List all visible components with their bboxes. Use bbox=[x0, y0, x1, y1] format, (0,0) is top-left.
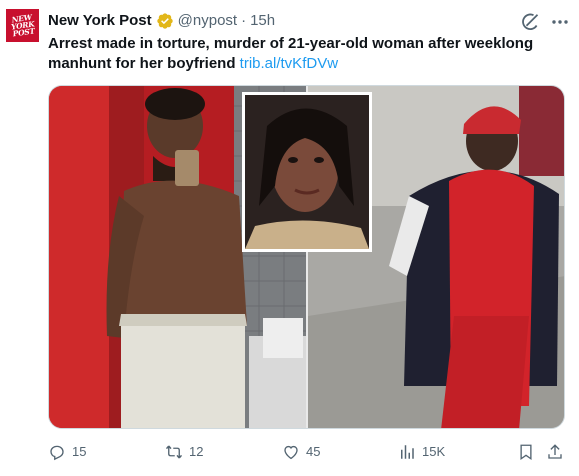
like-count: 45 bbox=[306, 444, 321, 459]
views-chart-icon bbox=[401, 445, 414, 459]
retweet-count: 12 bbox=[189, 444, 204, 459]
grok-icon[interactable] bbox=[520, 12, 540, 32]
retweet-button[interactable]: 12 bbox=[165, 441, 203, 463]
avatar-logo-text: NEW YORK POST bbox=[10, 12, 35, 39]
author-handle[interactable]: @nypost bbox=[178, 11, 237, 31]
more-options-icon[interactable] bbox=[550, 12, 570, 32]
tweet-text: Arrest made in torture, murder of 21-yea… bbox=[48, 34, 568, 74]
reply-icon bbox=[50, 445, 64, 461]
header-separator: · bbox=[241, 12, 247, 29]
tweet[interactable]: NEW YORK POST New York Post @nypost · 15… bbox=[0, 0, 579, 476]
media-photo-collage bbox=[49, 86, 564, 428]
action-bar: 15 12 45 15K bbox=[48, 441, 570, 463]
verified-badge-icon bbox=[156, 13, 173, 29]
author-name[interactable]: New York Post bbox=[48, 11, 152, 31]
reply-button[interactable]: 15 bbox=[48, 441, 86, 463]
views-button[interactable]: 15K bbox=[398, 441, 445, 463]
heart-icon bbox=[284, 445, 298, 460]
tweet-media[interactable] bbox=[48, 85, 565, 429]
share-icon[interactable] bbox=[546, 443, 564, 461]
tweet-link[interactable]: trib.al/tvKfDVw bbox=[240, 55, 338, 72]
reply-count: 15 bbox=[72, 444, 87, 459]
like-button[interactable]: 45 bbox=[282, 441, 320, 463]
bookmark-icon[interactable] bbox=[517, 443, 535, 461]
tweet-timestamp[interactable]: 15h bbox=[250, 11, 275, 31]
retweet-icon bbox=[165, 445, 183, 459]
avatar[interactable]: NEW YORK POST bbox=[6, 9, 39, 42]
views-count: 15K bbox=[422, 444, 446, 459]
tweet-header: New York Post @nypost · 15h bbox=[48, 11, 275, 31]
